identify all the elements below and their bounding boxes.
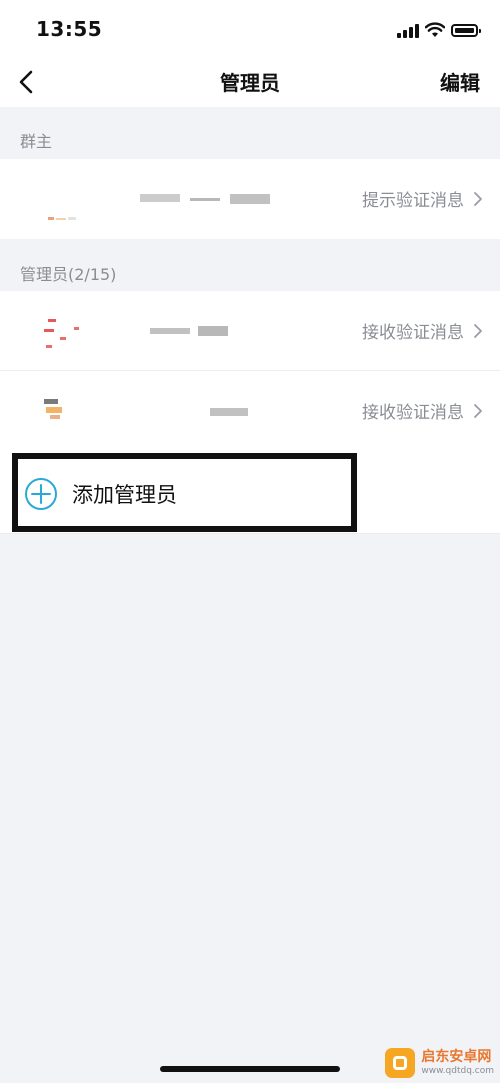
admin-row[interactable]: 接收验证消息 xyxy=(0,371,500,451)
chevron-right-icon xyxy=(474,192,482,206)
status-icons xyxy=(397,20,481,40)
admin-list: 接收验证消息 接收验证消息 xyxy=(0,291,500,452)
owner-verification-setting: 提示验证消息 xyxy=(362,191,464,211)
admin-name-redacted xyxy=(210,408,248,416)
home-indicator[interactable] xyxy=(160,1066,340,1072)
admin-name-redacted xyxy=(150,326,228,336)
add-admin-button[interactable]: 添加管理员 xyxy=(72,479,177,509)
admin-section-header: 管理员(2/15) xyxy=(20,265,117,284)
chevron-right-icon xyxy=(474,324,482,338)
status-time: 13:55 xyxy=(36,17,103,41)
avatar xyxy=(48,217,76,220)
watermark: 启东安卓网 www.qdtdq.com xyxy=(385,1048,494,1078)
admin-row[interactable]: 接收验证消息 xyxy=(0,291,500,371)
chevron-right-icon xyxy=(474,404,482,418)
watermark-name: 启东安卓网 xyxy=(421,1049,492,1065)
owner-name-redacted xyxy=(140,194,270,204)
page-title: 管理员 xyxy=(220,71,280,95)
admin-verification-setting: 接收验证消息 xyxy=(362,403,464,423)
back-button[interactable] xyxy=(10,64,46,100)
highlight-box xyxy=(12,453,357,532)
owner-list: 提示验证消息 xyxy=(0,159,500,239)
wifi-icon xyxy=(425,22,445,37)
admin-verification-setting: 接收验证消息 xyxy=(362,323,464,343)
battery-icon xyxy=(451,23,481,37)
navigation-bar: 管理员 编辑 xyxy=(0,60,500,107)
add-circle-icon[interactable] xyxy=(24,477,58,511)
watermark-logo-icon xyxy=(385,1048,416,1078)
avatar xyxy=(44,399,62,419)
cellular-signal-icon xyxy=(397,22,419,38)
edit-button[interactable]: 编辑 xyxy=(440,67,480,96)
status-bar: 13:55 xyxy=(0,0,500,60)
avatar xyxy=(44,319,79,348)
owner-section-header: 群主 xyxy=(20,132,53,151)
owner-row[interactable]: 提示验证消息 xyxy=(0,159,500,239)
watermark-url: www.qdtdq.com xyxy=(421,1066,494,1076)
